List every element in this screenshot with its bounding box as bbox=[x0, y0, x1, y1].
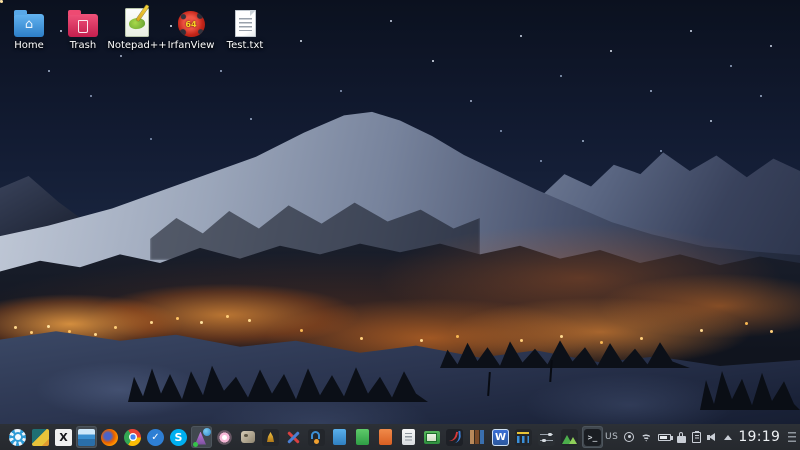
text-file-icon bbox=[235, 10, 256, 37]
wallpaper-rock-patch bbox=[150, 190, 480, 260]
desktop-icon-label: IrfanView bbox=[168, 40, 215, 51]
green-document-icon bbox=[356, 429, 369, 445]
wallpaper-village-glow bbox=[0, 0, 800, 450]
desktop-icon-irfanview[interactable]: 64 IrfanView bbox=[164, 6, 218, 51]
irfanview-icon: 64 bbox=[178, 11, 205, 37]
taskbar-check-app[interactable]: ✓ bbox=[145, 426, 166, 448]
taskbar-pet-app[interactable] bbox=[237, 426, 258, 448]
wallpaper-right-ridge bbox=[420, 140, 800, 450]
network-icon[interactable] bbox=[624, 432, 634, 442]
swoosh-viewer-icon bbox=[446, 429, 463, 446]
irfanview-64-badge: 64 bbox=[185, 20, 196, 29]
statue-app-icon bbox=[262, 429, 279, 446]
media-cross-icon bbox=[285, 429, 302, 446]
taskbar-file-manager[interactable] bbox=[76, 426, 97, 448]
photos-mountains-icon bbox=[561, 429, 578, 446]
taskbar-swoosh-viewer-app[interactable] bbox=[444, 426, 465, 448]
taskbar-image-folder-app[interactable] bbox=[421, 426, 442, 448]
headphones-icon bbox=[308, 429, 325, 446]
desktop-icon-home[interactable]: ⌂ Home bbox=[2, 6, 56, 51]
taskbar-show-desktop[interactable] bbox=[30, 426, 51, 448]
taskbar-skype[interactable]: S bbox=[168, 426, 189, 448]
notepad-plus-plus-icon bbox=[125, 8, 149, 37]
desktop-icon-label: Test.txt bbox=[227, 40, 264, 51]
wallpaper-trees bbox=[128, 346, 428, 402]
peek-at-desktop[interactable] bbox=[788, 432, 796, 443]
desktop-icon-notepad-plus-plus[interactable]: Notepad++ bbox=[110, 6, 164, 51]
taskbar-books-app[interactable] bbox=[467, 426, 488, 448]
desktop-icon-grid: ⌂ Home Trash Notepad++ 64 IrfanView Test… bbox=[2, 6, 272, 51]
white-document-icon bbox=[402, 429, 415, 445]
clock[interactable]: 19:19 bbox=[738, 429, 780, 445]
desktop-icon-label: Home bbox=[14, 40, 44, 51]
firefox-icon bbox=[101, 429, 118, 446]
terminal-icon: >_ bbox=[584, 429, 601, 446]
wallpaper-rock-band bbox=[0, 235, 800, 450]
desktop-icon-trash[interactable]: Trash bbox=[56, 6, 110, 51]
pet-app-icon bbox=[241, 431, 255, 443]
taskbar-doc-green-app[interactable] bbox=[352, 426, 373, 448]
taskbar-doc-white-app[interactable] bbox=[398, 426, 419, 448]
wallpaper-trees bbox=[440, 322, 690, 368]
wallpaper-village-lights bbox=[0, 0, 3, 3]
taskbar-statue-app[interactable] bbox=[260, 426, 281, 448]
wallpaper-main-mountain bbox=[0, 105, 800, 450]
badged-app-icon bbox=[193, 429, 210, 446]
word-icon: W bbox=[492, 429, 509, 446]
desktop-icon-label: Notepad++ bbox=[107, 40, 166, 51]
taskbar-headphones-app[interactable] bbox=[306, 426, 327, 448]
taskbar-doc-orange-app[interactable] bbox=[375, 426, 396, 448]
taskbar-photos-app[interactable] bbox=[559, 426, 580, 448]
show-desktop-icon bbox=[32, 429, 49, 446]
audio-mixer-icon bbox=[515, 429, 532, 446]
settings-sliders-icon bbox=[538, 429, 555, 446]
taskbar-photo-app[interactable] bbox=[191, 426, 212, 448]
trash-folder-icon bbox=[68, 14, 98, 37]
taskbar: X ✓ S W >_ US 19:19 bbox=[0, 424, 800, 450]
lock-icon[interactable] bbox=[677, 436, 686, 443]
xterm-icon: X bbox=[55, 429, 72, 446]
books-icon bbox=[470, 430, 485, 444]
keyboard-layout-indicator[interactable]: US bbox=[605, 432, 618, 442]
stars bbox=[0, 0, 2, 2]
blue-document-icon bbox=[333, 429, 346, 445]
home-folder-icon: ⌂ bbox=[14, 14, 44, 37]
volume-icon[interactable] bbox=[707, 432, 718, 443]
image-folder-icon bbox=[424, 431, 440, 444]
taskbar-firefox[interactable] bbox=[99, 426, 120, 448]
file-manager-icon bbox=[78, 429, 95, 446]
system-tray: US 19:19 bbox=[605, 429, 798, 445]
taskbar-word-app[interactable]: W bbox=[490, 426, 511, 448]
taskbar-mixer-app[interactable] bbox=[513, 426, 534, 448]
online-dot bbox=[193, 442, 198, 447]
wallpaper-lift-pole bbox=[549, 360, 553, 382]
battery-icon[interactable] bbox=[658, 434, 671, 441]
clipboard-icon[interactable] bbox=[692, 432, 701, 443]
check-app-icon: ✓ bbox=[147, 429, 164, 446]
wallpaper-lift-pole bbox=[487, 372, 491, 396]
desktop[interactable]: ⌂ Home Trash Notepad++ 64 IrfanView Test… bbox=[0, 0, 800, 450]
taskbar-doc-blue-app[interactable] bbox=[329, 426, 350, 448]
taskbar-settings-app[interactable] bbox=[536, 426, 557, 448]
tray-expand-caret-icon[interactable] bbox=[724, 435, 732, 440]
taskbar-chrome[interactable] bbox=[122, 426, 143, 448]
desktop-icon-label: Trash bbox=[70, 40, 96, 51]
taskbar-music-orb[interactable] bbox=[214, 426, 235, 448]
skype-icon: S bbox=[170, 429, 187, 446]
taskbar-terminal[interactable]: >_ bbox=[582, 426, 603, 448]
app-launcher-icon bbox=[9, 429, 26, 446]
house-glyph: ⌂ bbox=[14, 14, 44, 36]
wallpaper-left-ridge bbox=[0, 176, 130, 276]
wallpaper bbox=[0, 0, 800, 450]
taskbar-xterm[interactable]: X bbox=[53, 426, 74, 448]
taskbar-app-launcher[interactable] bbox=[7, 426, 28, 448]
chrome-icon bbox=[124, 429, 141, 446]
orange-document-icon bbox=[379, 429, 392, 445]
desktop-icon-test-txt[interactable]: Test.txt bbox=[218, 6, 272, 51]
taskbar-media-cross-app[interactable] bbox=[283, 426, 304, 448]
music-orb-icon bbox=[216, 429, 233, 446]
wallpaper-trees bbox=[700, 350, 800, 410]
wifi-icon[interactable] bbox=[640, 433, 652, 442]
